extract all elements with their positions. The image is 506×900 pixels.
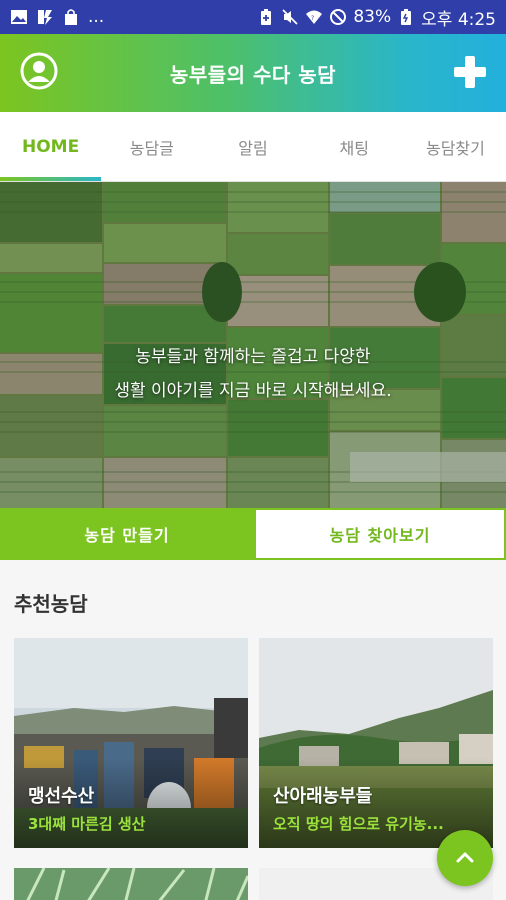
card-title: 산아래농부들	[273, 786, 373, 807]
svg-text:?: ?	[311, 15, 314, 22]
mute-icon	[282, 9, 298, 25]
clock: 오후 4:25	[421, 9, 496, 30]
battery-icon	[401, 9, 412, 25]
tab-bar: HOME 농담글 알림 채팅 농담찾기	[0, 112, 506, 182]
flash-icon	[38, 10, 52, 25]
tab-notifications[interactable]: 알림	[202, 112, 303, 181]
card-description: 3대째 마른김 생산	[28, 815, 146, 833]
app-bar: 농부들의 수다 농담	[0, 34, 506, 112]
battery-percent: 83%	[353, 7, 392, 27]
recommended-card[interactable]: 산아래농부들 오직 땅의 힘으로 유기농...	[259, 638, 493, 848]
chevron-up-icon	[456, 852, 474, 863]
status-left-icons: ...	[10, 7, 104, 27]
card-title: 맹선수산	[28, 786, 95, 807]
battery-saver-icon	[261, 9, 272, 25]
bag-icon	[65, 9, 77, 25]
no-sim-icon	[330, 9, 347, 25]
card-description: 오직 땅의 힘으로 유기농...	[273, 815, 444, 833]
profile-icon[interactable]	[20, 52, 58, 90]
make-nongdam-button[interactable]: 농담 만들기	[0, 508, 254, 560]
tab-posts[interactable]: 농담글	[101, 112, 202, 181]
recommended-card[interactable]	[14, 868, 248, 900]
tab-find[interactable]: 농담찾기	[405, 112, 506, 181]
action-buttons: 농담 만들기 농담 찾아보기	[0, 508, 506, 560]
image-icon	[11, 10, 27, 24]
add-icon[interactable]	[452, 54, 488, 90]
browse-nongdam-button[interactable]: 농담 찾아보기	[254, 508, 506, 560]
scroll-to-top-button[interactable]	[437, 830, 493, 886]
hero-line-2: 생활 이야기를 지금 바로 시작해보세요.	[114, 381, 392, 401]
hero-line-1: 농부들과 함께하는 즐겁고 다양한	[135, 347, 371, 367]
screen: ... ? 83% 오후 4:25 농부들의 수다 농담 HOME 농담글 알림…	[0, 0, 506, 900]
app-title: 농부들의 수다 농담	[169, 62, 337, 87]
recommended-card[interactable]: 맹선수산 3대째 마른김 생산	[14, 638, 248, 848]
tab-chat[interactable]: 채팅	[304, 112, 405, 181]
wifi-icon: ?	[306, 10, 323, 24]
section-title-recommended: 추천농담	[14, 592, 88, 616]
status-bar: ... ? 83% 오후 4:25	[0, 0, 506, 34]
status-right: ? 83% 오후 4:25	[257, 5, 496, 30]
card-image-plants	[14, 868, 248, 900]
hero-banner: 농부들과 함께하는 즐겁고 다양한 생활 이야기를 지금 바로 시작해보세요.	[0, 182, 506, 508]
tab-home[interactable]: HOME	[0, 112, 102, 181]
hero-text: 농부들과 함께하는 즐겁고 다양한 생활 이야기를 지금 바로 시작해보세요.	[0, 340, 506, 408]
more-dots-icon: ...	[88, 7, 105, 27]
